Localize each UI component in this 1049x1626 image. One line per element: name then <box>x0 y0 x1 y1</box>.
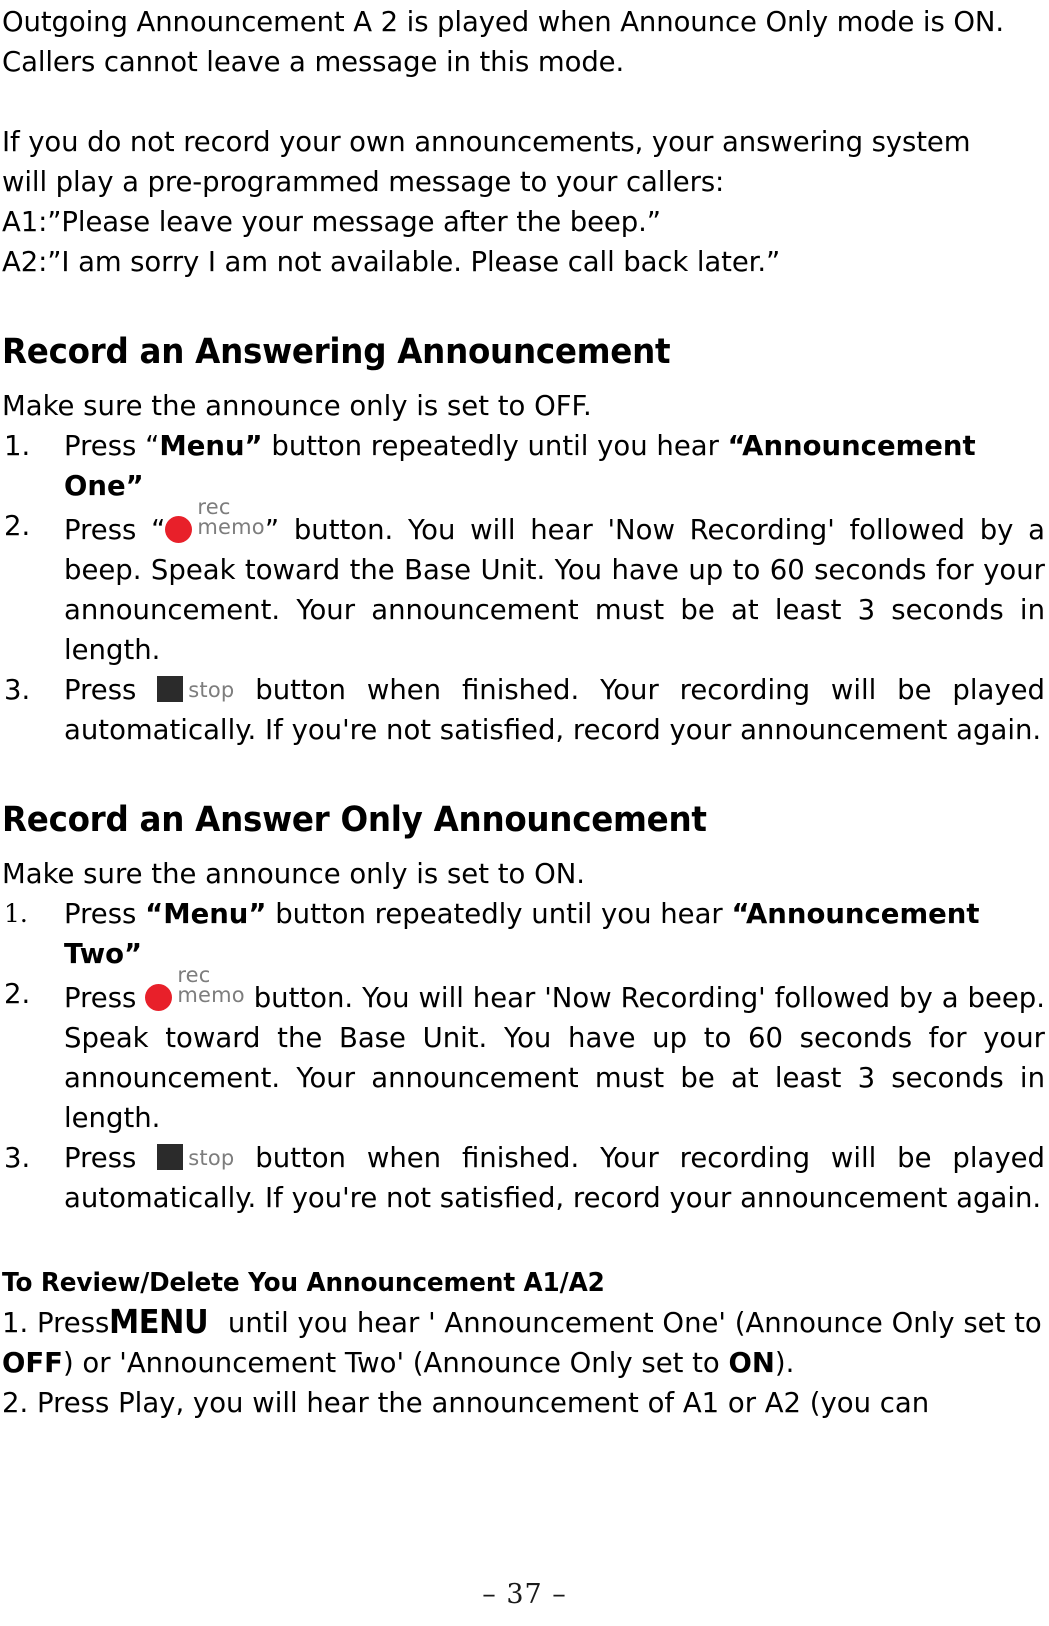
step-text-pre: Press <box>64 1142 158 1174</box>
step-number: 1. <box>4 430 31 462</box>
record-label-rec: rec <box>177 963 211 987</box>
intro-block: Outgoing Announcement A 2 is played when… <box>2 2 1045 282</box>
step-number: 3. <box>4 674 31 706</box>
step-text-mid: button repeatedly until you hear <box>262 430 728 462</box>
review-step-1-pre: 1. Press <box>2 1307 110 1339</box>
stop-label: stop <box>188 678 235 702</box>
step-bold-menu: Menu” <box>159 430 263 462</box>
step-answering-3: 3. Press stop button when finished. Your… <box>2 670 1045 750</box>
step-text: Press rec memo button. You will hear 'Now… <box>64 965 1045 1138</box>
manual-page: Outgoing Announcement A 2 is played when… <box>0 2 1049 1626</box>
step-text-pre: Press “ <box>64 514 166 546</box>
stop-label-text: stop <box>188 1146 235 1170</box>
record-dot-icon <box>165 516 193 543</box>
stop-label: stop <box>188 1146 235 1170</box>
step-number: 1. <box>4 899 28 928</box>
record-memo-icon: rec memo <box>145 965 245 1014</box>
step-bold-menu: “Menu” <box>145 898 267 930</box>
intro-line-2: Callers cannot leave a message in this m… <box>2 46 625 78</box>
review-heading: To Review/Delete You Announcement A1/A2 <box>2 1268 605 1298</box>
step-text: Press “Menu” button repeatedly until you… <box>64 894 1045 974</box>
menu-button-label: MENU <box>109 1302 209 1341</box>
stop-icon: stop <box>157 1144 234 1174</box>
review-step-1-mid: until you hear ' Announcement One' (Anno… <box>219 1307 1042 1339</box>
record-label-rec: rec <box>197 495 231 519</box>
step-answer-only-1: 1. Press “Menu” button repeatedly until … <box>2 894 1045 974</box>
step-number: 3. <box>4 1142 31 1174</box>
step-number: 2. <box>4 978 31 1010</box>
section-title-answering: Record an Answering Announcement <box>2 332 671 372</box>
review-step-2: 2. Press Play, you will hear the announc… <box>2 1387 930 1419</box>
step-answering-1: 1. Press “Menu” button repeatedly until … <box>2 426 1045 506</box>
stop-icon: stop <box>157 676 234 706</box>
step-answer-only-2: 2. Press rec memo button. You will hear '… <box>2 965 1045 1138</box>
record-memo-icon: rec memo <box>165 497 265 546</box>
step-text-pre: Press <box>64 898 146 930</box>
review-step-1-end: ). <box>774 1347 795 1379</box>
step-text-pre: Press <box>64 982 146 1014</box>
step-text: Press “Menu” button repeatedly until you… <box>64 426 1045 506</box>
record-memo-label: rec memo <box>197 495 265 539</box>
lead-answer-only: Make sure the announce only is set to ON… <box>2 858 586 890</box>
stop-label-text: stop <box>188 678 235 702</box>
step-number: 2. <box>4 510 31 542</box>
step-text-mid: button repeatedly until you hear <box>266 898 732 930</box>
page-number: – 37 – <box>482 1579 567 1610</box>
record-label-memo: memo <box>177 983 245 1007</box>
intro-line-6-a2: A2:”I am sorry I am not available. Pleas… <box>2 246 781 278</box>
intro-line-1: Outgoing Announcement A 2 is played when… <box>2 6 1004 38</box>
review-step-1-mid2: ) or 'Announcement Two' (Announce Only s… <box>62 1347 729 1379</box>
review-spacer <box>2 1218 1045 1264</box>
record-dot-icon <box>145 984 173 1011</box>
stop-square-icon <box>157 1144 184 1170</box>
record-memo-label: rec memo <box>177 963 245 1007</box>
step-text: Press stop button when finished. Your re… <box>64 670 1045 750</box>
step-text-pre: Press “ <box>64 430 160 462</box>
review-on-label: ON <box>728 1347 775 1379</box>
step-text: Press “rec memo” button. You will hear 'N… <box>64 497 1045 670</box>
step-text: Press stop button when finished. Your re… <box>64 1138 1045 1218</box>
review-off-label: OFF <box>2 1347 63 1379</box>
step-text-pre: Press <box>64 674 158 706</box>
intro-line-3: If you do not record your own announceme… <box>2 126 971 158</box>
stop-square-icon <box>157 676 184 702</box>
intro-line-4: will play a pre-programmed message to yo… <box>2 166 725 198</box>
title-spacer <box>2 842 1045 854</box>
review-step-1: 1. PressMENU until you hear ' Announceme… <box>2 1302 1045 1383</box>
step-answering-2: 2. Press “rec memo” button. You will hear… <box>2 497 1045 670</box>
title-spacer <box>2 374 1045 386</box>
intro-line-5-a1: A1:”Please leave your message after the … <box>2 206 661 238</box>
lead-answering: Make sure the announce only is set to OF… <box>2 390 592 422</box>
record-label-memo: memo <box>197 515 265 539</box>
section-title-answer-only: Record an Answer Only Announcement <box>2 800 707 840</box>
step-answer-only-3: 3. Press stop button when finished. Your… <box>2 1138 1045 1218</box>
